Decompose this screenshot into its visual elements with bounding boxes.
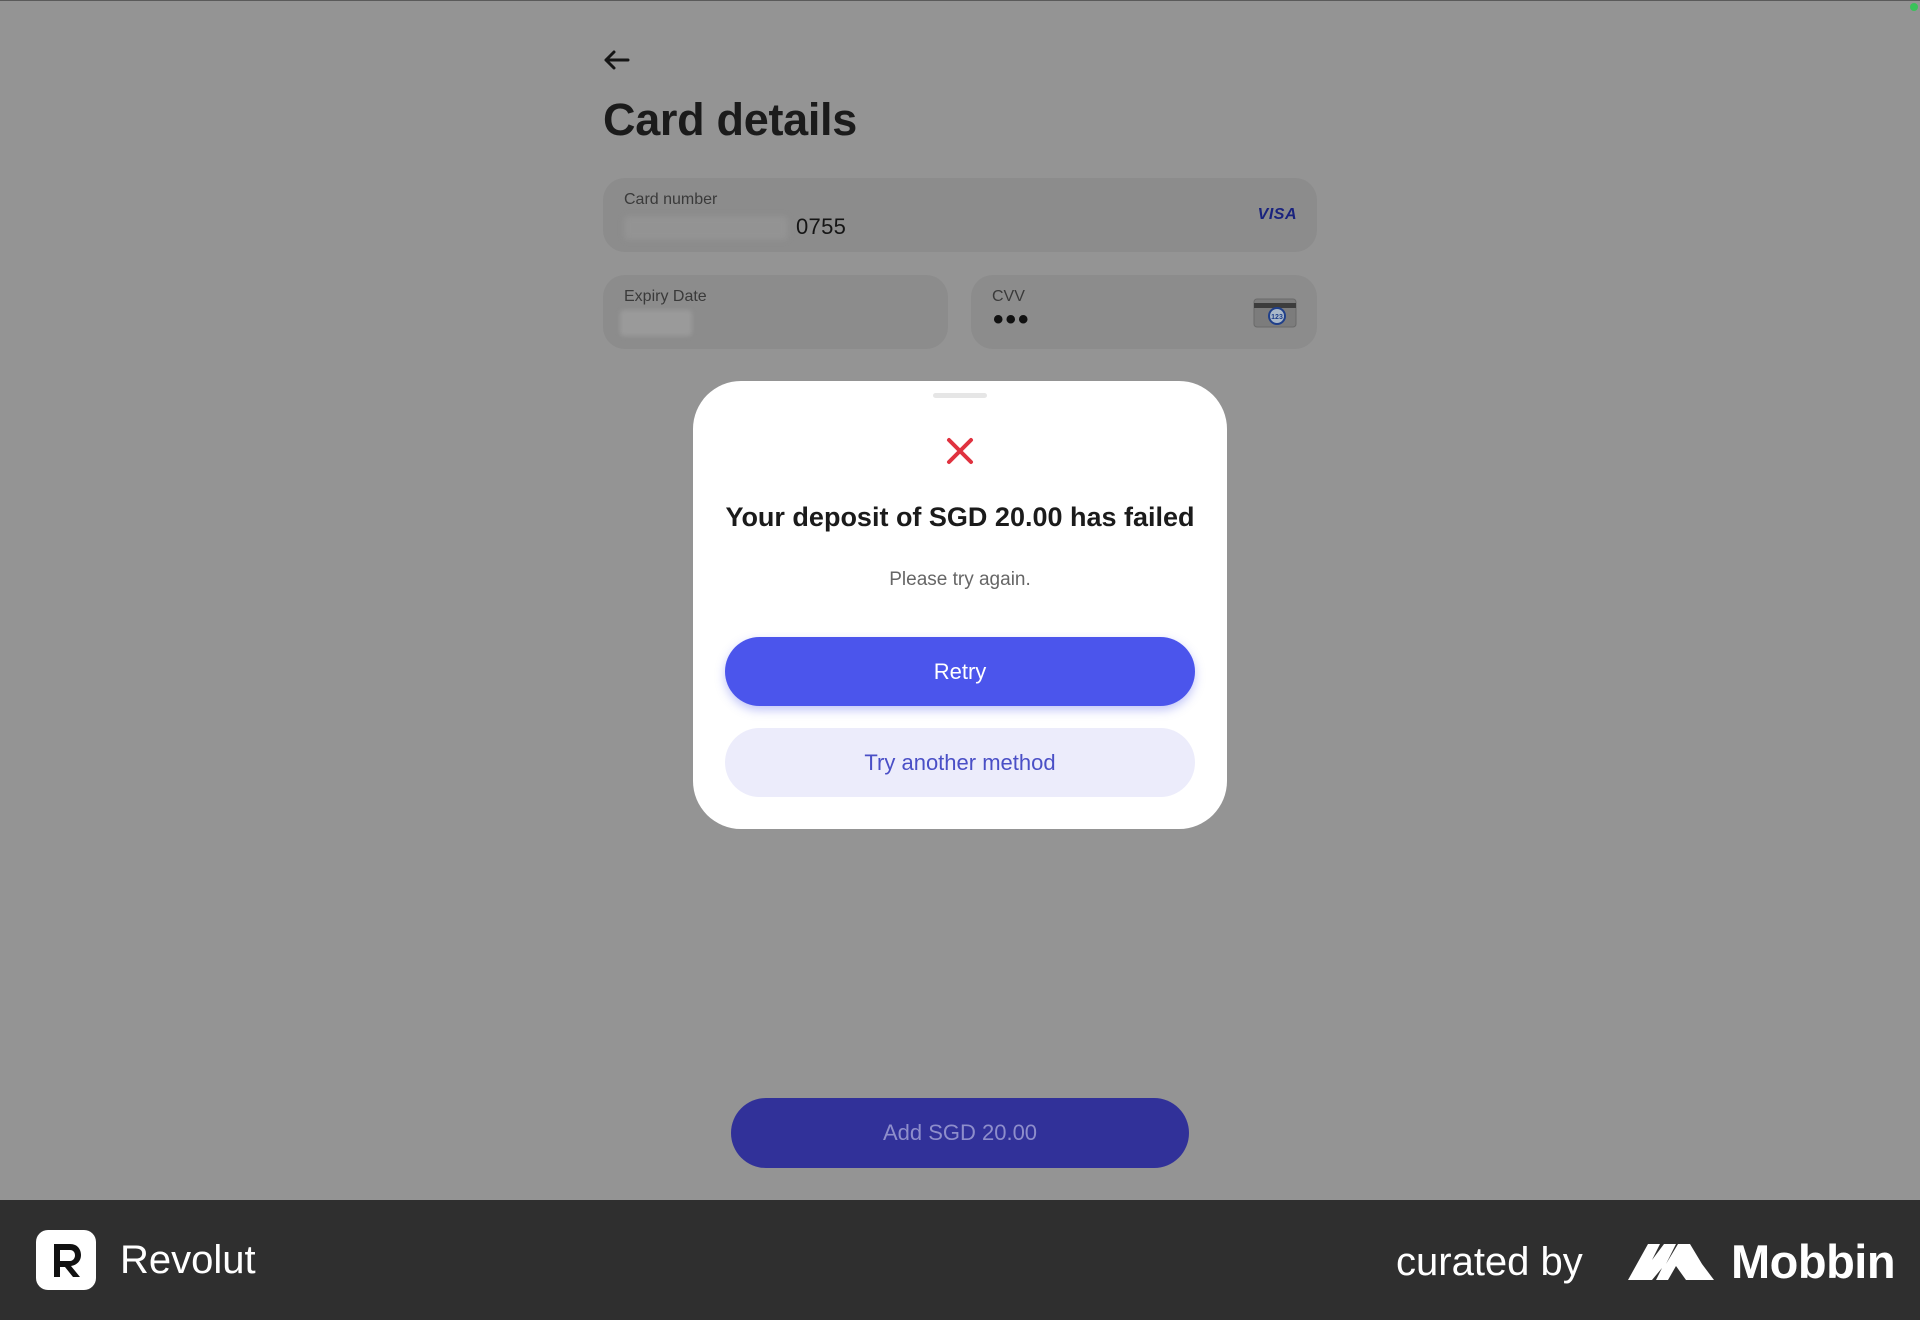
- try-another-method-button[interactable]: Try another method: [725, 728, 1195, 797]
- card-number-value: 0755: [796, 214, 847, 239]
- visa-logo: VISA: [1257, 206, 1297, 223]
- card-number-label: Card number: [624, 191, 718, 208]
- page-title: Card details: [603, 94, 857, 145]
- error-x-icon: [947, 438, 973, 464]
- retry-button[interactable]: Retry: [725, 637, 1195, 706]
- card-cvv-icon: 123: [1253, 298, 1297, 328]
- revolut-logo-icon: [36, 1230, 96, 1290]
- app-name: Revolut: [120, 1238, 256, 1282]
- window-top-border: [0, 0, 1920, 1]
- arrow-left-icon: [604, 50, 630, 70]
- back-button[interactable]: [600, 44, 632, 76]
- curated-by-label: curated by: [1396, 1240, 1583, 1284]
- footer-bar: Revolut curated by Mobbin: [0, 1200, 1920, 1320]
- add-funds-button[interactable]: Add SGD 20.00: [731, 1098, 1189, 1168]
- svg-text:123: 123: [1271, 314, 1283, 321]
- expiry-date-field[interactable]: Expiry Date: [603, 275, 948, 349]
- mobbin-brand: Mobbin: [1731, 1235, 1896, 1288]
- cvv-field[interactable]: CVV ••• 123: [971, 275, 1317, 349]
- expiry-date-label: Expiry Date: [624, 288, 707, 305]
- deposit-failed-modal: Your deposit of SGD 20.00 has failed Ple…: [693, 381, 1227, 829]
- modal-subtitle: Please try again.: [889, 569, 1031, 590]
- expiry-date-masked: [620, 310, 692, 336]
- cvv-value: •••: [993, 303, 1031, 336]
- status-dot: [1910, 3, 1918, 11]
- modal-title: Your deposit of SGD 20.00 has failed: [725, 502, 1195, 532]
- sheet-handle[interactable]: [933, 393, 987, 398]
- mobbin-logo-icon: [1628, 1244, 1714, 1280]
- card-number-masked: [624, 216, 788, 240]
- card-number-field[interactable]: Card number 0755 VISA: [603, 178, 1317, 252]
